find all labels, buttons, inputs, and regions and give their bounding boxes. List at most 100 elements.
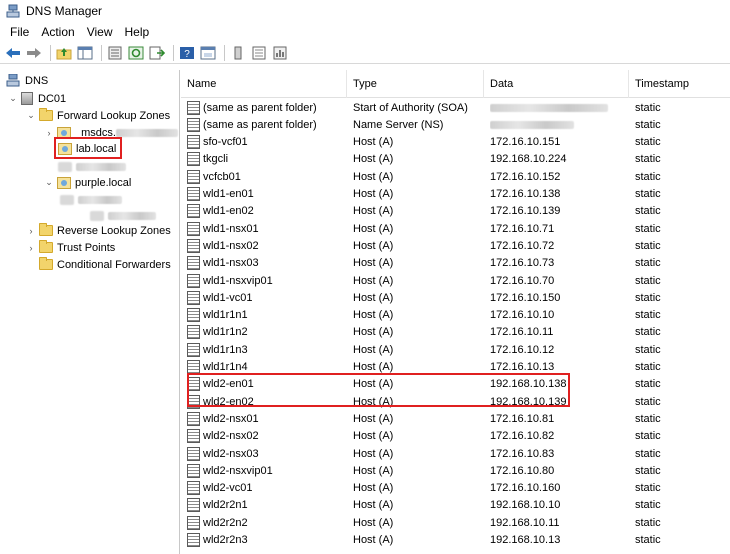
record-name: wld2-vc01 bbox=[203, 482, 253, 495]
table-row[interactable]: wld1r1n2 Host (A) 172.16.10.11 static bbox=[181, 324, 730, 341]
stats-icon[interactable] bbox=[271, 44, 289, 62]
record-type: Host (A) bbox=[353, 222, 394, 235]
dns-record-icon bbox=[187, 100, 200, 115]
back-icon[interactable] bbox=[4, 44, 22, 62]
record-timestamp: static bbox=[635, 118, 661, 131]
redacted-text bbox=[490, 120, 574, 129]
record-name: wld1-nsx03 bbox=[203, 257, 259, 270]
column-header-timestamp[interactable]: Timestamp bbox=[629, 70, 730, 98]
title-bar: DNS Manager bbox=[0, 0, 730, 22]
record-type: Name Server (NS) bbox=[353, 118, 444, 131]
server-icon[interactable] bbox=[229, 44, 247, 62]
record-data-redacted bbox=[490, 116, 629, 133]
records-icon[interactable] bbox=[250, 44, 268, 62]
forward-icon[interactable] bbox=[25, 44, 43, 62]
chevron-down-icon[interactable]: ⌄ bbox=[8, 93, 18, 104]
tree-label-reverse-zones: Reverse Lookup Zones bbox=[57, 224, 171, 237]
column-header-name[interactable]: Name bbox=[181, 70, 347, 98]
dns-record-icon bbox=[187, 446, 200, 461]
table-row[interactable]: wld2-vc01 Host (A) 172.16.10.160 static bbox=[181, 480, 730, 497]
redacted-text bbox=[76, 162, 126, 171]
redacted-text bbox=[108, 211, 156, 220]
record-timestamp: static bbox=[635, 291, 661, 304]
table-row[interactable]: wld1r1n1 Host (A) 172.16.10.10 static bbox=[181, 307, 730, 324]
help-icon[interactable]: ? bbox=[178, 44, 196, 62]
up-folder-icon[interactable] bbox=[55, 44, 73, 62]
chevron-right-icon[interactable]: › bbox=[44, 128, 54, 138]
record-timestamp: static bbox=[635, 205, 661, 218]
table-row[interactable]: wld2-nsx02 Host (A) 172.16.10.82 static bbox=[181, 428, 730, 445]
list-header: Name Type Data Timestamp bbox=[181, 70, 730, 98]
record-timestamp: static bbox=[635, 257, 661, 270]
menu-action[interactable]: Action bbox=[35, 25, 80, 39]
chevron-right-icon[interactable]: › bbox=[26, 243, 36, 253]
record-timestamp: static bbox=[635, 343, 661, 356]
record-type: Host (A) bbox=[353, 153, 394, 166]
redacted-icon bbox=[60, 194, 74, 205]
dns-record-icon bbox=[187, 342, 200, 357]
redacted-text bbox=[490, 103, 608, 112]
tree-item-purple-local[interactable]: ⌄ purple.local bbox=[44, 174, 131, 191]
tree-item-reverse-lookup-zones[interactable]: › Reverse Lookup Zones bbox=[26, 222, 171, 239]
table-row[interactable]: wld1-nsxvip01 Host (A) 172.16.10.70 static bbox=[181, 272, 730, 289]
chevron-down-icon[interactable]: ⌄ bbox=[26, 110, 36, 121]
cell-name: wld1-vc01 bbox=[187, 289, 347, 306]
table-row[interactable]: wld1-nsx03 Host (A) 172.16.10.73 static bbox=[181, 255, 730, 272]
record-timestamp: static bbox=[635, 239, 661, 252]
console-icon[interactable] bbox=[199, 44, 217, 62]
dns-record-icon bbox=[187, 221, 200, 236]
table-row[interactable]: wld1-nsx01 Host (A) 172.16.10.71 static bbox=[181, 220, 730, 237]
table-row[interactable]: wld1r1n3 Host (A) 172.16.10.12 static bbox=[181, 341, 730, 358]
record-name: wld2-nsx01 bbox=[203, 412, 259, 425]
table-row[interactable]: wld1-en01 Host (A) 172.16.10.138 static bbox=[181, 186, 730, 203]
tree-item-forward-lookup-zones[interactable]: ⌄ Forward Lookup Zones bbox=[26, 107, 170, 124]
cell-name: wld1r1n2 bbox=[187, 324, 347, 341]
toolbar-separator bbox=[50, 44, 51, 61]
record-name: wld2-nsx02 bbox=[203, 430, 259, 443]
record-name: tkgcli bbox=[203, 153, 229, 166]
table-row[interactable]: tkgcli Host (A) 192.168.10.224 static bbox=[181, 151, 730, 168]
record-type: Host (A) bbox=[353, 309, 394, 322]
column-header-type[interactable]: Type bbox=[347, 70, 484, 98]
record-data: 172.16.10.82 bbox=[490, 430, 555, 443]
tree-item-redacted-subzone[interactable] bbox=[60, 191, 122, 208]
tree-item-conditional-forwarders[interactable]: Conditional Forwarders bbox=[39, 256, 171, 273]
table-row[interactable]: (same as parent folder) Start of Authorit… bbox=[181, 99, 730, 116]
dns-record-icon bbox=[187, 429, 200, 444]
dns-record-icon bbox=[187, 515, 200, 530]
properties-icon[interactable] bbox=[106, 44, 124, 62]
show-hide-tree-icon[interactable] bbox=[76, 44, 94, 62]
record-type: Host (A) bbox=[353, 430, 394, 443]
table-row[interactable]: wld2-nsx03 Host (A) 172.16.10.83 static bbox=[181, 445, 730, 462]
menu-help[interactable]: Help bbox=[119, 25, 156, 39]
dns-record-icon bbox=[187, 498, 200, 513]
dns-record-icon bbox=[187, 152, 200, 167]
tree-item-trust-points[interactable]: › Trust Points bbox=[26, 239, 115, 256]
tree-item-redacted-zone[interactable] bbox=[58, 158, 126, 175]
table-row[interactable]: wld2r2n2 Host (A) 192.168.10.11 static bbox=[181, 514, 730, 531]
menu-file[interactable]: File bbox=[4, 25, 35, 39]
chevron-right-icon[interactable]: › bbox=[26, 226, 36, 236]
table-row[interactable]: (same as parent folder) Name Server (NS) s… bbox=[181, 116, 730, 133]
table-row[interactable]: wld1-vc01 Host (A) 172.16.10.150 static bbox=[181, 289, 730, 306]
cell-name: tkgcli bbox=[187, 151, 347, 168]
record-data: 172.16.10.160 bbox=[490, 482, 561, 495]
table-row[interactable]: sfo-vcf01 Host (A) 172.16.10.151 static bbox=[181, 134, 730, 151]
table-row[interactable]: wld2-nsx01 Host (A) 172.16.10.81 static bbox=[181, 410, 730, 427]
export-icon[interactable] bbox=[148, 44, 166, 62]
menu-view[interactable]: View bbox=[81, 25, 119, 39]
chevron-down-icon[interactable]: ⌄ bbox=[44, 177, 54, 188]
table-row[interactable]: wld2r2n3 Host (A) 192.168.10.13 static bbox=[181, 532, 730, 549]
table-row[interactable]: wld2r2n1 Host (A) 192.168.10.10 static bbox=[181, 497, 730, 514]
column-header-data[interactable]: Data bbox=[484, 70, 629, 98]
table-row[interactable]: vcfcb01 Host (A) 172.16.10.152 static bbox=[181, 168, 730, 185]
table-row[interactable]: wld1-nsx02 Host (A) 172.16.10.72 static bbox=[181, 237, 730, 254]
table-row[interactable]: wld1-en02 Host (A) 172.16.10.139 static bbox=[181, 203, 730, 220]
refresh-icon[interactable] bbox=[127, 44, 145, 62]
record-data-redacted bbox=[490, 99, 629, 116]
tree-item-dc01[interactable]: ⌄ DC01 bbox=[8, 90, 66, 107]
record-timestamp: static bbox=[635, 326, 661, 339]
tree-item-dns[interactable]: DNS bbox=[6, 72, 48, 89]
record-timestamp: static bbox=[635, 309, 661, 322]
table-row[interactable]: wld2-nsxvip01 Host (A) 172.16.10.80 static bbox=[181, 462, 730, 479]
